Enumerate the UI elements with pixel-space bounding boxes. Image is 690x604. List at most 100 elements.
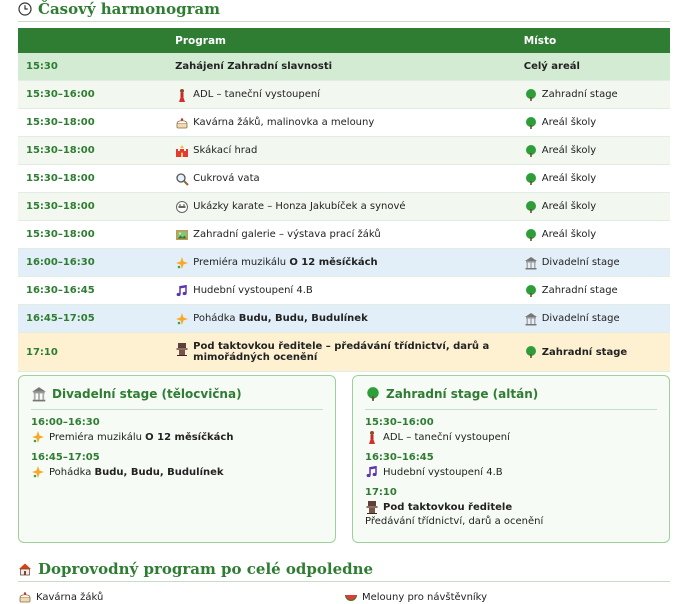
table-row: 15:30–18:00 Skákací hrad Areál školy: [18, 136, 670, 165]
row-program-text: Premiéra muzikálu: [193, 257, 290, 268]
card-title-text: Divadelní stage (tělocvična): [52, 387, 242, 401]
row-program: ADL – taneční vystoupení: [193, 89, 321, 100]
list-item: Kavárna žáků: [18, 590, 344, 604]
sparkle-icon: [175, 256, 189, 270]
row-program: Premiéra muzikálu O 12 měsíčkách: [193, 257, 377, 268]
theatre-icon: [31, 386, 47, 402]
table-row: 16:45–17:05 Pohádka Budu, Budu, Budulíne…: [18, 304, 670, 333]
sparkle-icon: [31, 465, 45, 479]
list-item-label: Kavárna žáků: [36, 591, 104, 603]
tree-icon: [524, 345, 538, 359]
side-program-header: Doprovodný program po celé odpoledne: [18, 560, 373, 578]
row-program: Kavárna žáků, malinovka a melouny: [193, 117, 375, 128]
table-row: 16:00–16:30 Premiéra muzikálu O 12 měsíč…: [18, 248, 670, 277]
row-time: 16:30–16:45: [18, 276, 168, 305]
row-time: 15:30–18:00: [18, 192, 168, 221]
castle-icon: [175, 144, 189, 158]
entry-desc-bold: Budu, Budu, Budulínek: [94, 466, 224, 478]
clock-icon: [18, 2, 32, 16]
dancer-icon: [365, 430, 379, 444]
row-time: 15:30–16:00: [18, 80, 168, 109]
row-program: Zahradní galerie – výstava prací žáků: [193, 229, 381, 240]
entry-time: 17:10: [365, 487, 397, 498]
zahradni-stage-card: Zahradní stage (altán) 15:30–16:00 ADL –…: [352, 375, 670, 543]
card-entry: 16:00–16:30 Premiéra muzikálu O 12 měsíč…: [31, 417, 323, 444]
card-title: Zahradní stage (altán): [365, 386, 657, 410]
row-program: Cukrová vata: [193, 173, 260, 184]
card-entry: 16:30–16:45 Hudební vystoupení 4.B: [365, 452, 657, 479]
row-program: Pod taktovkou ředitele – předávání třídn…: [193, 341, 490, 363]
table-row: 15:30–18:00 Kavárna žáků, malinovka a me…: [18, 108, 670, 137]
row-time: 15:30–18:00: [18, 220, 168, 249]
music-note-icon: [365, 465, 379, 479]
entry-desc: Pohádka Budu, Budu, Budulínek: [49, 467, 224, 478]
music-note-icon: [175, 284, 189, 298]
tree-icon: [524, 284, 538, 298]
entry-time: 16:00–16:30: [31, 417, 100, 428]
row-time: 15:30: [18, 53, 168, 81]
row-program: Skákací hrad: [193, 145, 258, 156]
row-program: Ukázky karate – Honza Jakubíček a synové: [193, 201, 406, 212]
table-row: 15:30 Zahájení Zahradní slavnosti Celý a…: [18, 53, 670, 81]
row-place: Zahradní stage: [541, 89, 618, 100]
row-program-bold: Budu, Budu, Budulínek: [238, 313, 368, 324]
sparkle-icon: [175, 312, 189, 326]
side-program-divider: [18, 581, 670, 582]
sparkle-icon: [31, 430, 45, 444]
row-program-text: Pohádka: [193, 313, 239, 324]
entry-time: 16:30–16:45: [365, 452, 434, 463]
entry-desc-text: Pohádka: [49, 466, 95, 478]
table-row: 15:30–18:00 Zahradní galerie – výstava p…: [18, 220, 670, 249]
entry-note: Předávání třídnictví, darů a ocenění: [365, 516, 544, 527]
row-program: Zahájení Zahradní slavnosti: [167, 53, 516, 81]
section-title: Doprovodný program po celé odpoledne: [38, 560, 374, 578]
tree-icon: [524, 200, 538, 214]
row-place: Zahradní stage: [541, 346, 628, 358]
row-place: Celý areál: [515, 53, 670, 81]
row-place: Areál školy: [541, 229, 597, 240]
title-divider: [18, 21, 670, 22]
row-program-bold: O 12 měsíčkách: [289, 257, 378, 268]
row-place: Divadelní stage: [541, 313, 620, 324]
picture-icon: [175, 228, 189, 242]
tree-icon: [524, 228, 538, 242]
entry-desc: Premiéra muzikálu O 12 měsíčkách: [49, 432, 233, 443]
tree-icon: [524, 172, 538, 186]
podium-icon: [365, 500, 379, 514]
theatre-icon: [524, 256, 538, 270]
row-place: Divadelní stage: [541, 257, 620, 268]
schedule-header: Časový harmonogram: [18, 0, 220, 18]
entry-time: 15:30–16:00: [365, 417, 434, 428]
podium-icon: [175, 342, 189, 356]
entry-desc-bold: Pod taktovkou ředitele: [383, 501, 513, 513]
tree-icon: [524, 116, 538, 130]
entry-desc: ADL – taneční vystoupení: [383, 431, 510, 443]
card-entry: 17:10 Pod taktovkou ředitele Předávání t…: [365, 487, 657, 527]
row-program: Hudební vystoupení 4.B: [193, 285, 313, 296]
cake-icon: [175, 116, 189, 130]
row-time: 15:30–18:00: [18, 164, 168, 193]
side-program-list: Kavárna žáků Melouny pro návštěvníky: [18, 590, 670, 604]
karate-icon: [175, 200, 189, 214]
dancer-icon: [175, 88, 189, 102]
row-place: Areál školy: [541, 201, 597, 212]
entry-desc-text: Premiéra muzikálu: [49, 431, 146, 443]
row-place: Areál školy: [541, 173, 597, 184]
cake-icon: [18, 590, 32, 604]
tree-icon: [524, 144, 538, 158]
row-time: 15:30–18:00: [18, 136, 168, 165]
card-entry: 15:30–16:00 ADL – taneční vystoupení: [365, 417, 657, 444]
theatre-icon: [524, 312, 538, 326]
column-header-program: Program: [167, 28, 516, 53]
tree-icon: [524, 88, 538, 102]
row-place: Zahradní stage: [541, 285, 618, 296]
schedule-table: Program Místo 15:30 Zahájení Zahradní sl…: [18, 28, 670, 372]
list-item-label: Melouny pro návštěvníky: [362, 591, 488, 603]
table-row: 17:10 Pod taktovkou ředitele – předávání…: [18, 332, 670, 372]
table-row: 15:30–16:00 ADL – taneční vystoupení Zah…: [18, 80, 670, 109]
entry-desc: Hudební vystoupení 4.B: [383, 466, 503, 478]
card-title-text: Zahradní stage (altán): [386, 387, 539, 401]
table-row: 15:30–18:00 Cukrová vata Areál školy: [18, 164, 670, 193]
row-time: 16:00–16:30: [18, 248, 168, 277]
divadelni-stage-card: Divadelní stage (tělocvična) 16:00–16:30…: [18, 375, 336, 543]
